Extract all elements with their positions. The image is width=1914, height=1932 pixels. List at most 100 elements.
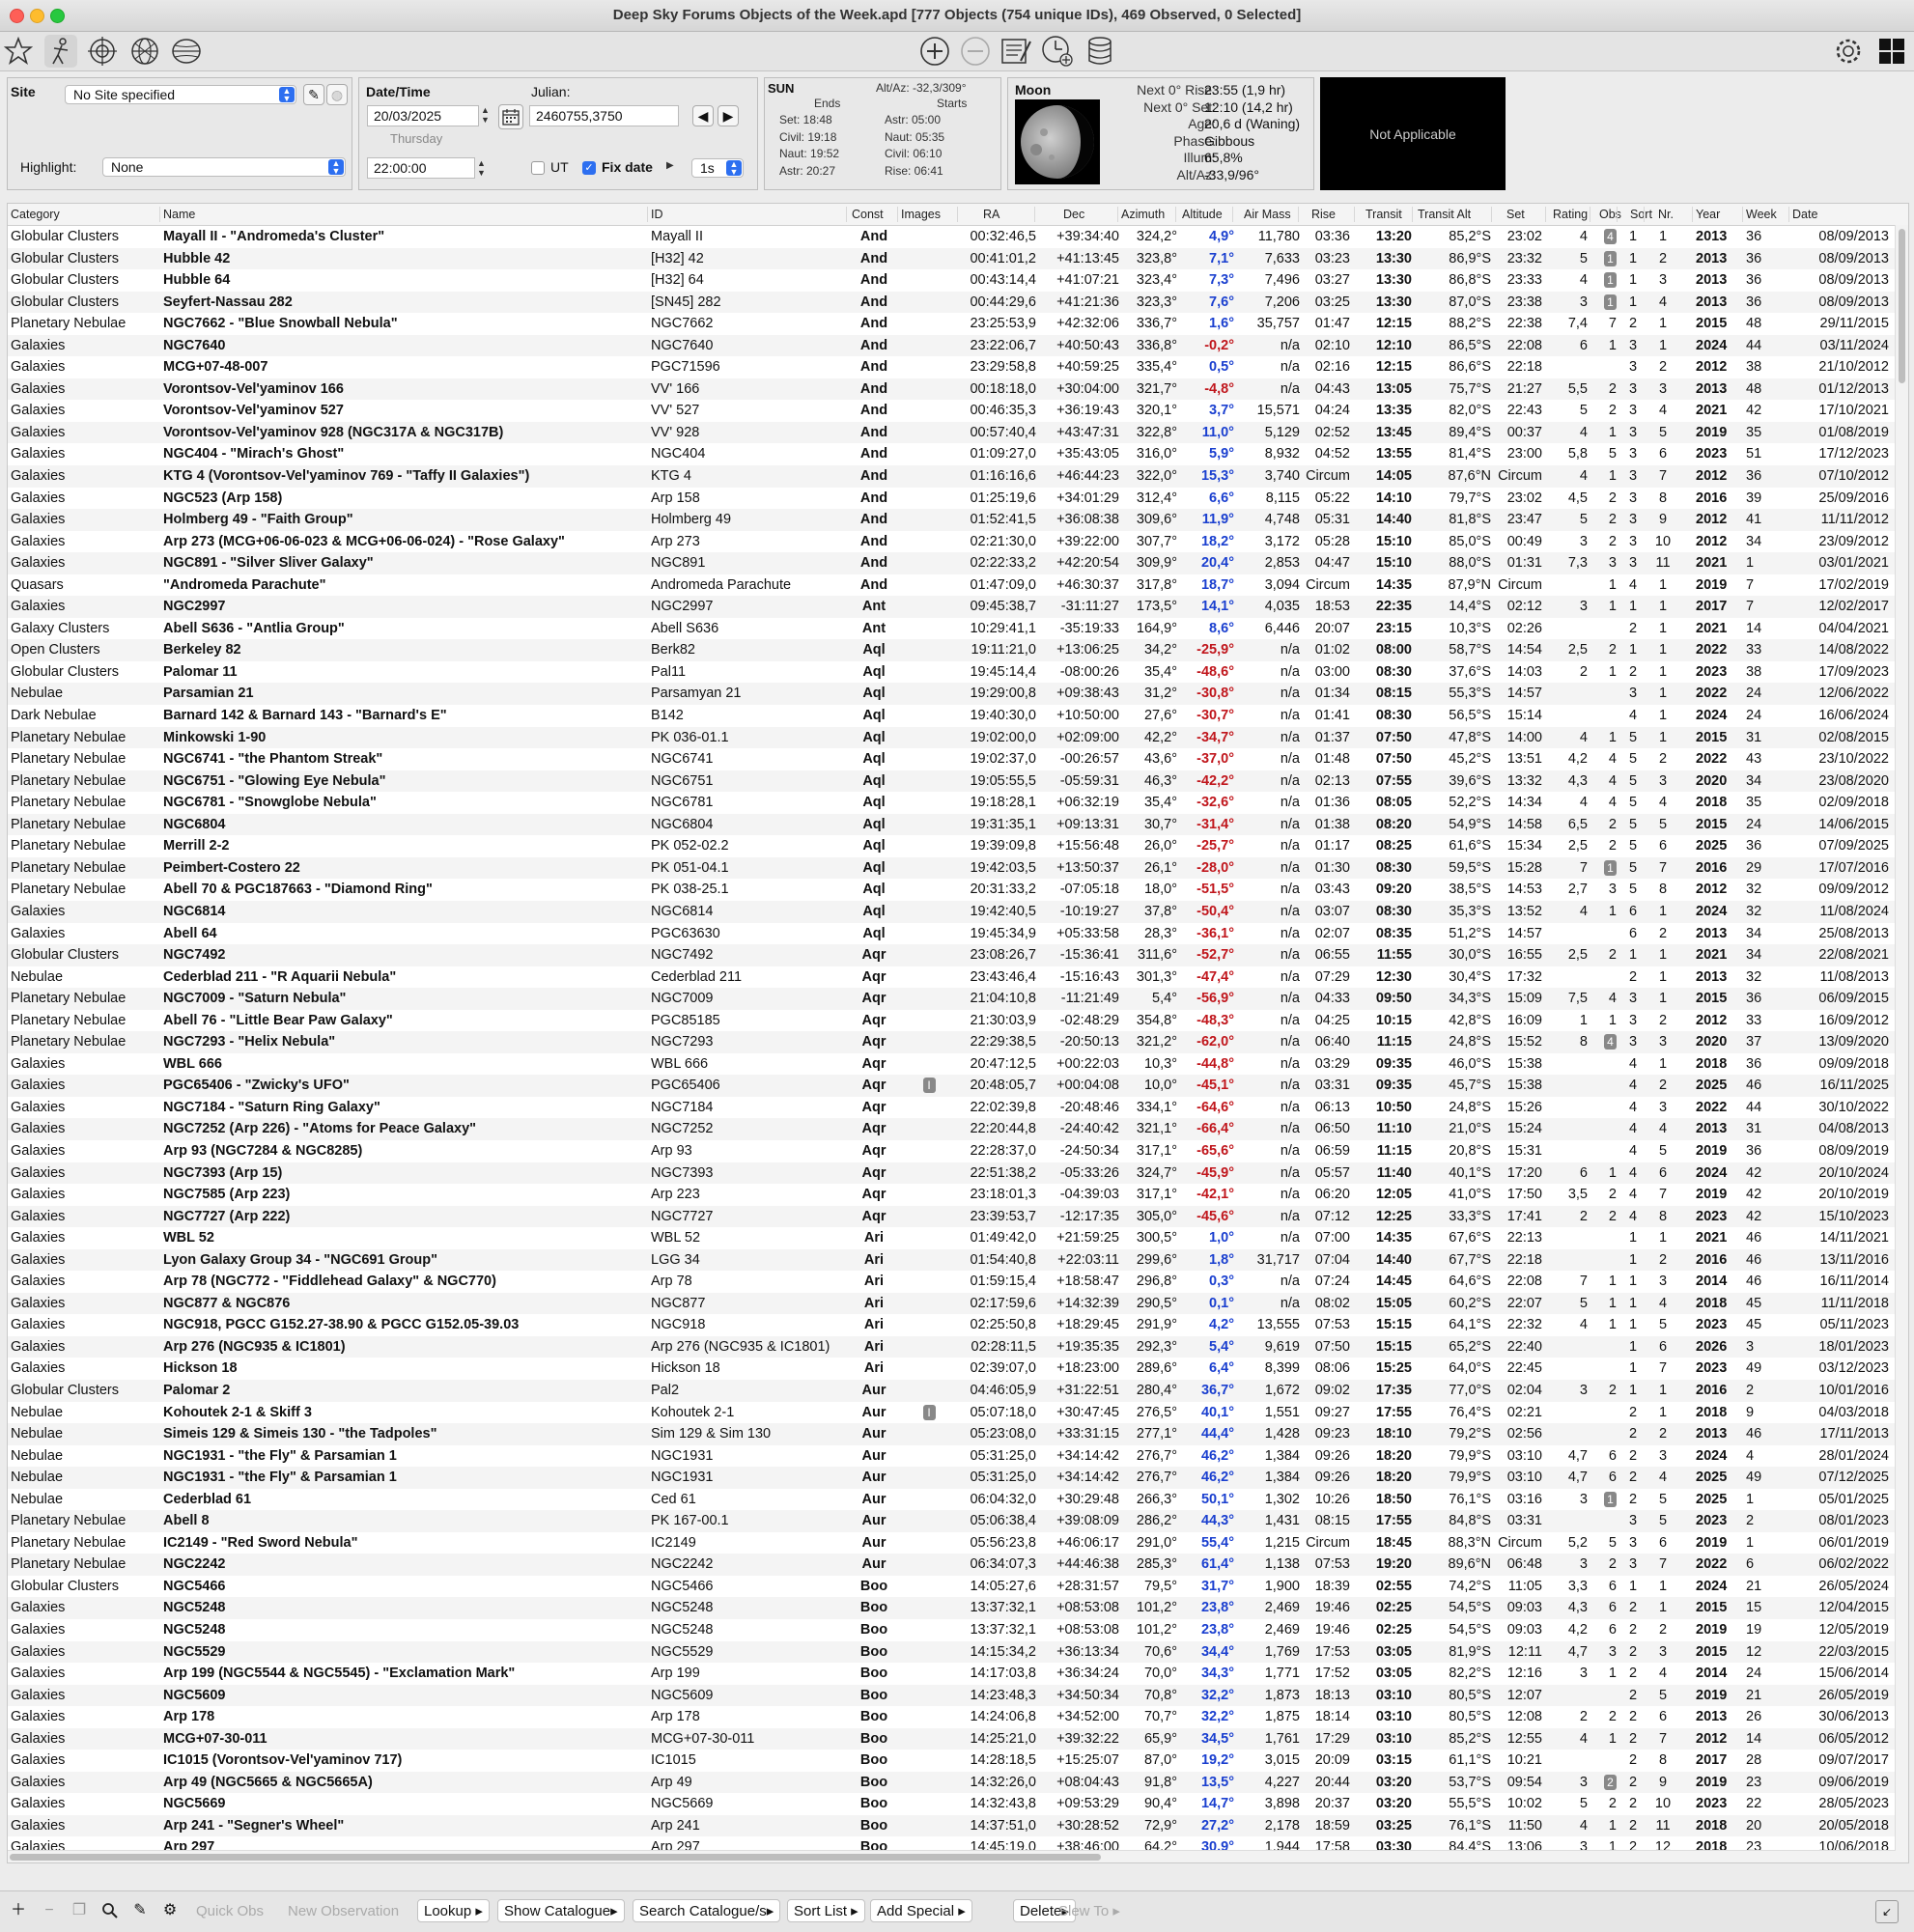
table-row[interactable]: Galaxies Arp 199 (NGC5544 & NGC5545) - "E… (8, 1663, 1896, 1685)
table-row[interactable]: Globular Clusters Mayall II - "Andromeda'… (8, 226, 1896, 248)
copy-icon[interactable]: ❐ (69, 1900, 90, 1921)
table-row[interactable]: Quasars "Andromeda Parachute" Andromeda Pa… (8, 574, 1896, 597)
column-separator[interactable] (1034, 207, 1035, 222)
observer-icon[interactable] (44, 35, 77, 68)
table-row[interactable]: Planetary Nebulae Peimbert-Costero 22 PK 0… (8, 856, 1896, 880)
table-row[interactable]: Nebulae NGC1931 - "the Fly" & Parsamian 1… (8, 1467, 1896, 1489)
table-row[interactable]: Galaxies NGC5609 NGC5609 Boo 14:23:48,3 +34:5… (8, 1684, 1896, 1707)
telescope-target-icon[interactable] (86, 35, 119, 68)
table-row[interactable]: Galaxies Arp 78 (NGC772 - "Fiddlehead Gal… (8, 1271, 1896, 1293)
table-row[interactable]: Planetary Nebulae NGC6804 NGC6804 Aql 19:31:… (8, 813, 1896, 836)
column-separator[interactable] (897, 207, 898, 222)
column-header-rise[interactable]: Rise (1311, 208, 1336, 221)
column-separator[interactable] (1788, 207, 1789, 222)
column-header-year[interactable]: Year (1696, 208, 1720, 221)
column-header-transit[interactable]: Transit (1365, 208, 1402, 221)
table-row[interactable]: Galaxies PGC65406 - "Zwicky's UFO" PGC6540… (8, 1075, 1896, 1097)
table-row[interactable]: Galaxies Lyon Galaxy Group 34 - "NGC691 G… (8, 1248, 1896, 1272)
column-separator[interactable] (1232, 207, 1233, 222)
table-row[interactable]: Galaxies MCG+07-48-007 PGC71596 And 23:29:58… (8, 356, 1896, 378)
column-header-id[interactable]: ID (651, 208, 663, 221)
column-header-week[interactable]: Week (1746, 208, 1777, 221)
add-icon[interactable]: ＋ (8, 1900, 29, 1921)
date-field[interactable]: 20/03/2025 (367, 105, 479, 126)
table-row[interactable]: Planetary Nebulae IC2149 - "Red Sword Neb… (8, 1532, 1896, 1554)
vertical-scrollbar[interactable] (1895, 225, 1908, 1862)
date-stepper[interactable]: ▲ ▼ (481, 105, 490, 125)
table-row[interactable]: Planetary Nebulae Abell 70 & PGC187663 - … (8, 879, 1896, 901)
column-separator[interactable] (647, 207, 648, 222)
expand-icon[interactable]: ↙ (1875, 1900, 1899, 1923)
gear-icon[interactable]: ⚙ (159, 1900, 181, 1921)
table-row[interactable]: Galaxies Hickson 18 Hickson 18 Ari 02:39:07,… (8, 1358, 1896, 1380)
vertical-scroll-thumb[interactable] (1899, 229, 1905, 383)
table-row[interactable]: Planetary Nebulae NGC6741 - "the Phantom … (8, 748, 1896, 770)
edit-site-button[interactable]: ✎ (303, 84, 324, 105)
column-separator[interactable] (1617, 207, 1618, 222)
table-row[interactable]: Galaxies Arp 241 - "Segner's Wheel" Arp 24… (8, 1814, 1896, 1837)
column-header-constellation[interactable]: Const (852, 208, 884, 221)
table-row[interactable]: Galaxies NGC918, PGCC G152.27-38.90 & PGC… (8, 1314, 1896, 1336)
table-row[interactable]: Galaxies NGC5248 NGC5248 Boo 13:37:32,1 +08:5… (8, 1597, 1896, 1619)
slew-to-button[interactable]: Slew To ▸ (1052, 1899, 1127, 1922)
table-row[interactable]: Nebulae Simeis 129 & Simeis 130 - "the Ta… (8, 1423, 1896, 1445)
column-separator[interactable] (1545, 207, 1546, 222)
column-header-name[interactable]: Name (163, 208, 195, 221)
time-stepper[interactable]: ▲ ▼ (477, 158, 486, 178)
highlight-select[interactable]: None ▲ ▼ (102, 157, 346, 177)
column-header-air-mass[interactable]: Air Mass (1244, 208, 1291, 221)
new-observation-button[interactable]: New Observation (281, 1899, 406, 1922)
table-row[interactable]: Galaxies NGC5669 NGC5669 Boo 14:32:43,8 +09:5… (8, 1793, 1896, 1815)
column-header-sort[interactable]: Sort (1630, 208, 1652, 221)
column-header-nr[interactable]: Nr. (1658, 208, 1674, 221)
favorite-star-icon[interactable] (2, 35, 35, 68)
column-header-images[interactable]: Images (901, 208, 941, 221)
table-row[interactable]: Planetary Nebulae NGC6781 - "Snowglobe Ne… (8, 792, 1896, 814)
column-header-ra[interactable]: RA (983, 208, 999, 221)
table-row[interactable]: Galaxies Vorontsov-Vel'yaminov 527 VV' 527… (8, 400, 1896, 422)
fix-date-checkbox[interactable]: ✓ (582, 161, 596, 175)
planetarium-icon[interactable] (170, 35, 203, 68)
table-row[interactable]: Planetary Nebulae NGC6751 - "Glowing Eye … (8, 770, 1896, 793)
table-row[interactable]: Nebulae Kohoutek 2-1 & Skiff 3 Kohoutek 2-… (8, 1402, 1896, 1424)
column-separator[interactable] (1491, 207, 1492, 222)
table-row[interactable]: Galaxies NGC7727 (Arp 222) NGC7727 Aqr 23:39… (8, 1205, 1896, 1228)
sort-list-button[interactable]: Sort List ▸ (787, 1899, 865, 1922)
table-row[interactable]: Globular Clusters Palomar 11 Pal11 Aql 19:45… (8, 661, 1896, 684)
table-row[interactable]: Galaxies NGC877 & NGC876 NGC877 Ari 02:17:59… (8, 1292, 1896, 1315)
remove-icon[interactable] (959, 35, 992, 68)
table-row[interactable]: Galaxies Vorontsov-Vel'yaminov 928 (NGC31… (8, 421, 1896, 444)
column-separator[interactable] (1412, 207, 1413, 222)
table-row[interactable]: Galaxies NGC5529 NGC5529 Boo 14:15:34,2 +36:1… (8, 1640, 1896, 1664)
column-header-rating[interactable]: Rating (1553, 208, 1588, 221)
table-row[interactable]: Planetary Nebulae NGC7009 - "Saturn Nebul… (8, 988, 1896, 1010)
database-icon[interactable] (1084, 35, 1116, 68)
lookup-button[interactable]: Lookup ▸ (417, 1899, 490, 1922)
table-row[interactable]: Galaxies Arp 273 (MCG+06-06-023 & MCG+06-… (8, 531, 1896, 553)
ut-checkbox[interactable] (531, 161, 545, 175)
minus-icon[interactable]: − (39, 1900, 60, 1921)
table-row[interactable]: Galaxies Arp 178 Arp 178 Boo 14:24:06,8 +34:5… (8, 1706, 1896, 1728)
column-separator[interactable] (846, 207, 847, 222)
add-special-button[interactable]: Add Special ▸ (870, 1899, 972, 1922)
column-header-category[interactable]: Category (11, 208, 60, 221)
column-header-altitude[interactable]: Altitude (1182, 208, 1223, 221)
table-row[interactable]: Galaxy Clusters Abell S636 - "Antlia Grou… (8, 618, 1896, 640)
column-separator[interactable] (1175, 207, 1176, 222)
table-row[interactable]: Planetary Nebulae NGC7662 - "Blue Snowbal… (8, 313, 1896, 335)
table-row[interactable]: Galaxies NGC891 - "Silver Sliver Galaxy" N… (8, 552, 1896, 574)
column-separator[interactable] (1742, 207, 1743, 222)
table-row[interactable]: Galaxies NGC7585 (Arp 223) Arp 223 Aqr 23:18… (8, 1184, 1896, 1206)
table-row[interactable]: Galaxies KTG 4 (Vorontsov-Vel'yaminov 769… (8, 465, 1896, 488)
table-row[interactable]: Galaxies NGC7252 (Arp 226) - "Atoms for P… (8, 1118, 1896, 1140)
table-row[interactable]: Galaxies NGC2997 NGC2997 Ant 09:45:38,7 -31:1… (8, 596, 1896, 618)
table-row[interactable]: Globular Clusters Seyfert-Nassau 282 [SN45… (8, 291, 1896, 314)
table-row[interactable]: Globular Clusters NGC7492 NGC7492 Aqr 23:08:… (8, 944, 1896, 966)
column-separator[interactable] (159, 207, 160, 222)
table-row[interactable]: Nebulae Parsamian 21 Parsamyan 21 Aql 19:29:… (8, 683, 1896, 706)
horizontal-scrollbar[interactable] (8, 1850, 1896, 1862)
time-plus-icon[interactable] (1041, 35, 1074, 68)
time-field[interactable]: 22:00:00 (367, 157, 475, 179)
table-row[interactable]: Galaxies WBL 52 WBL 52 Ari 01:49:42,0 +21:59:… (8, 1227, 1896, 1249)
julian-field[interactable]: 2460755,3750 (529, 105, 679, 126)
